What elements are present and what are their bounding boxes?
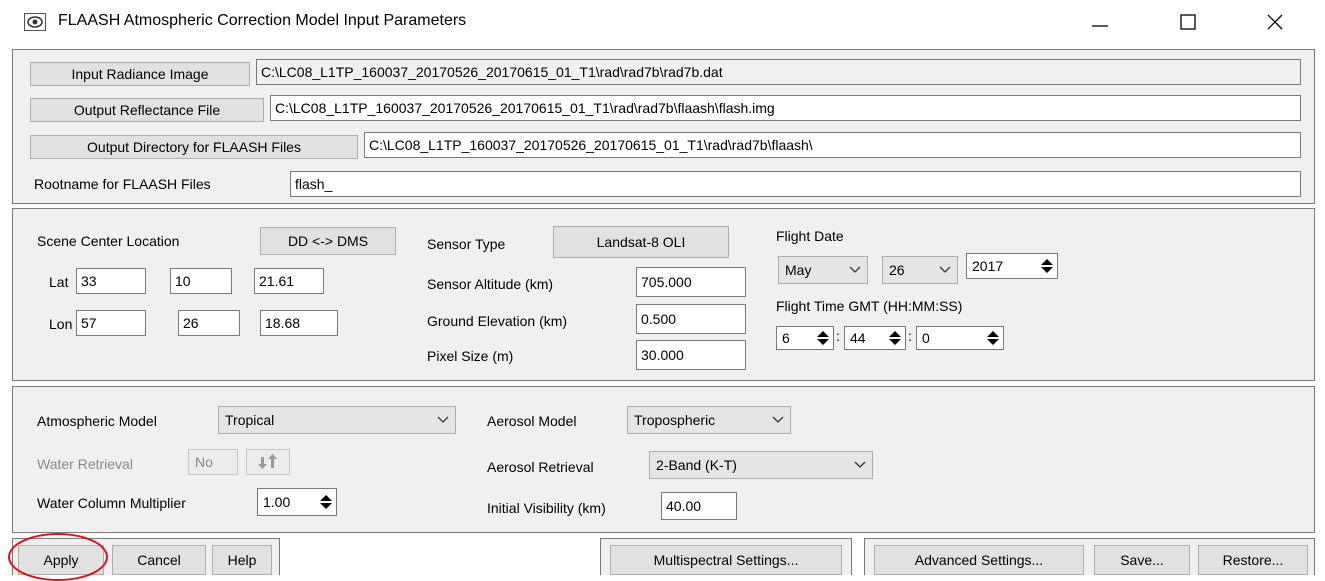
scene-center-label: Scene Center Location: [37, 233, 180, 249]
aerosol-model-label: Aerosol Model: [487, 413, 577, 429]
envi-eye-icon: [24, 13, 46, 31]
atmospheric-model-label: Atmospheric Model: [37, 413, 157, 429]
chevron-down-icon: [437, 416, 449, 423]
spinner-arrows-icon[interactable]: [888, 330, 902, 346]
sensor-type-button[interactable]: Landsat-8 OLI: [553, 226, 729, 258]
chevron-down-icon: [854, 461, 866, 468]
spinner-arrows-icon[interactable]: [986, 330, 1000, 346]
restore-button[interactable]: Restore...: [1198, 545, 1308, 575]
lon-minutes-field[interactable]: 26: [178, 310, 240, 336]
time-separator: :: [908, 328, 912, 344]
save-button[interactable]: Save...: [1094, 545, 1190, 575]
flight-month-value: May: [785, 262, 812, 278]
lon-degrees-field[interactable]: 57: [76, 310, 146, 336]
flight-hour-value: 6: [782, 330, 790, 346]
output-reflectance-field[interactable]: C:\LC08_L1TP_160037_20170526_20170615_01…: [270, 95, 1301, 121]
maximize-button[interactable]: [1168, 6, 1208, 38]
lon-seconds-field[interactable]: 18.68: [260, 310, 338, 336]
output-reflectance-button[interactable]: Output Reflectance File: [30, 98, 264, 122]
flight-minute-spinner[interactable]: 44: [844, 326, 906, 350]
lon-label: Lon: [49, 316, 73, 332]
spinner-arrows-icon[interactable]: [816, 330, 830, 346]
chevron-down-icon: [772, 416, 784, 423]
water-column-label: Water Column Multiplier: [37, 495, 186, 511]
flight-time-label: Flight Time GMT (HH:MM:SS): [776, 298, 963, 314]
lat-minutes-field[interactable]: 10: [170, 268, 232, 294]
atmospheric-model-select[interactable]: Tropical: [218, 406, 456, 434]
apply-highlight-ring: [8, 533, 108, 581]
atmospheric-model-value: Tropical: [225, 412, 275, 428]
close-icon: [1267, 14, 1283, 30]
sensor-altitude-field[interactable]: 705.000: [636, 267, 746, 297]
output-directory-field[interactable]: C:\LC08_L1TP_160037_20170526_20170615_01…: [364, 132, 1301, 158]
dd-dms-button[interactable]: DD <-> DMS: [260, 227, 396, 255]
cancel-button[interactable]: Cancel: [112, 545, 206, 575]
chevron-down-icon: [939, 266, 951, 273]
output-directory-button[interactable]: Output Directory for FLAASH Files: [30, 135, 358, 159]
aerosol-model-select[interactable]: Tropospheric: [627, 406, 791, 434]
spinner-arrows-icon[interactable]: [1040, 258, 1054, 274]
pixel-size-label: Pixel Size (m): [427, 348, 514, 364]
lat-label: Lat: [49, 274, 69, 290]
spinner-arrows-icon[interactable]: [319, 494, 333, 510]
sensor-altitude-label: Sensor Altitude (km): [427, 276, 554, 292]
aerosol-retrieval-select[interactable]: 2-Band (K-T): [649, 451, 873, 479]
ground-elevation-label: Ground Elevation (km): [427, 313, 568, 329]
flight-year-spinner[interactable]: 2017: [966, 253, 1058, 279]
close-button[interactable]: [1255, 6, 1295, 38]
multispectral-settings-button[interactable]: Multispectral Settings...: [610, 545, 842, 575]
initial-visibility-label: Initial Visibility (km): [487, 500, 606, 516]
input-radiance-field[interactable]: C:\LC08_L1TP_160037_20170526_20170615_01…: [256, 59, 1301, 85]
aerosol-retrieval-value: 2-Band (K-T): [656, 457, 737, 473]
water-retrieval-label: Water Retrieval: [37, 456, 133, 472]
chevron-down-icon: [849, 266, 861, 273]
aerosol-model-value: Tropospheric: [634, 412, 716, 428]
flight-day-select[interactable]: 26: [882, 256, 958, 284]
water-column-spinner[interactable]: 1.00: [257, 488, 337, 516]
flight-second-value: 0: [922, 330, 930, 346]
flight-second-spinner[interactable]: 0: [916, 326, 1004, 350]
lat-seconds-field[interactable]: 21.61: [254, 268, 324, 294]
help-button[interactable]: Help: [212, 545, 272, 575]
time-separator: :: [836, 328, 840, 344]
sensor-type-label: Sensor Type: [427, 236, 506, 252]
rootname-label: Rootname for FLAASH Files: [34, 176, 211, 192]
water-retrieval-toggle[interactable]: No: [188, 449, 238, 475]
rootname-field[interactable]: flash_: [290, 171, 1301, 197]
initial-visibility-field[interactable]: 40.00: [661, 492, 737, 520]
flight-day-value: 26: [889, 262, 905, 278]
minimize-button[interactable]: [1080, 6, 1120, 38]
flight-year-value: 2017: [972, 258, 1004, 274]
aerosol-retrieval-label: Aerosol Retrieval: [487, 459, 594, 475]
minimize-icon: [1092, 25, 1108, 27]
lat-degrees-field[interactable]: 33: [76, 268, 146, 294]
ground-elevation-field[interactable]: 0.500: [636, 304, 746, 334]
flight-hour-spinner[interactable]: 6: [776, 326, 834, 350]
maximize-icon: [1180, 14, 1196, 30]
flight-minute-value: 44: [850, 330, 866, 346]
pixel-size-field[interactable]: 30.000: [636, 340, 746, 370]
advanced-settings-button[interactable]: Advanced Settings...: [874, 545, 1084, 575]
water-column-value: 1.00: [263, 494, 291, 510]
input-radiance-button[interactable]: Input Radiance Image: [30, 62, 250, 86]
flight-date-label: Flight Date: [776, 228, 844, 244]
flight-month-select[interactable]: May: [778, 256, 868, 284]
sort-arrows-icon: [258, 454, 277, 469]
window-title: FLAASH Atmospheric Correction Model Inpu…: [58, 12, 467, 29]
sort-toggle-button[interactable]: [246, 449, 290, 475]
